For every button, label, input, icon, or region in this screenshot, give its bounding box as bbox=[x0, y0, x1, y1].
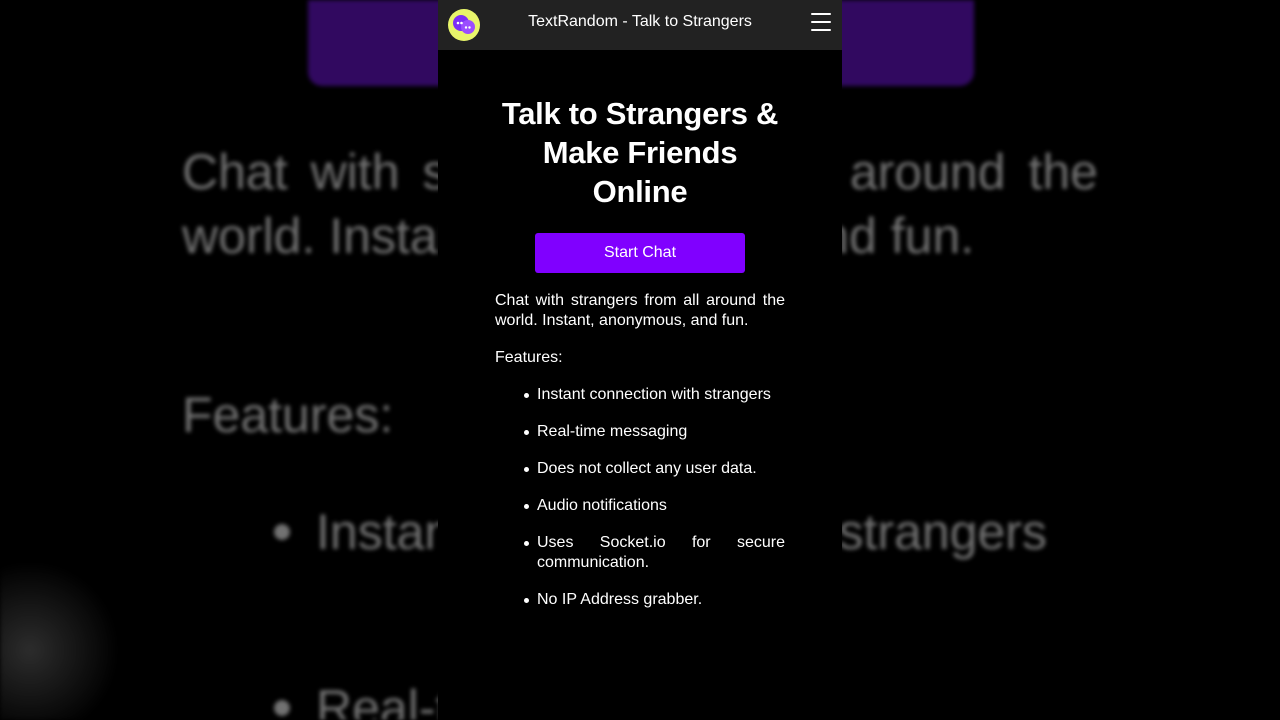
feature-item: No IP Address grabber. bbox=[524, 590, 785, 610]
features-list: Instant connection with strangers Real-t… bbox=[495, 385, 785, 610]
backdrop-glow bbox=[0, 560, 120, 720]
hamburger-menu-icon[interactable] bbox=[811, 13, 831, 31]
backdrop-bullet bbox=[274, 700, 290, 716]
backdrop-bullet bbox=[274, 524, 290, 540]
features-heading: Features: bbox=[495, 349, 563, 366]
start-chat-button[interactable]: Start Chat bbox=[535, 233, 745, 273]
video-frame: Chat with strangers from all around the … bbox=[0, 0, 1280, 720]
page-title: Talk to Strangers & Make Friends Online bbox=[501, 96, 779, 209]
feature-item: Does not collect any user data. bbox=[524, 459, 785, 479]
feature-item: Instant connection with strangers bbox=[524, 385, 785, 405]
feature-item: Audio notifications bbox=[524, 496, 785, 516]
main-content: Talk to Strangers & Make Friends Online … bbox=[438, 50, 842, 610]
description-text: Chat with strangers from all around the … bbox=[495, 292, 785, 329]
top-app-bar: TextRandom - Talk to Strangers bbox=[438, 0, 842, 50]
feature-item: Real-time messaging bbox=[524, 422, 785, 442]
phone-screen: TextRandom - Talk to Strangers Talk to S… bbox=[438, 0, 842, 720]
feature-item: Uses Socket.io for secure communication. bbox=[524, 534, 785, 571]
app-title: TextRandom - Talk to Strangers bbox=[528, 13, 752, 30]
